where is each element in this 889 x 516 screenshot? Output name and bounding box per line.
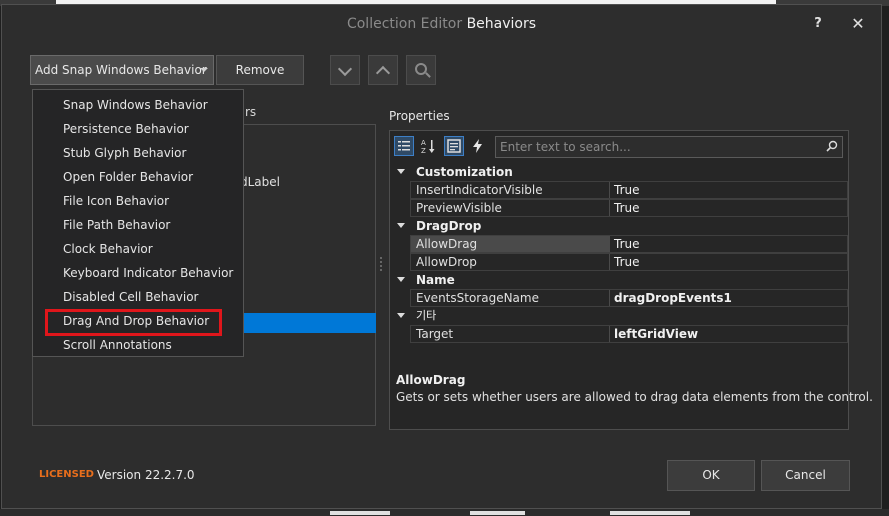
property-row-insert-indicator-visible[interactable]: InsertIndicatorVisible True xyxy=(410,181,848,199)
events-lightning-icon[interactable] xyxy=(468,136,488,156)
menu-item-stub-glyph-behavior[interactable]: Stub Glyph Behavior xyxy=(63,141,186,165)
menu-item-open-folder-behavior[interactable]: Open Folder Behavior xyxy=(63,165,193,189)
cancel-button[interactable]: Cancel xyxy=(761,460,850,491)
red-highlight-box xyxy=(45,309,222,336)
property-name: Target xyxy=(416,327,454,341)
collapse-arrow-icon[interactable] xyxy=(397,169,405,174)
version-text: Version 22.2.7.0 xyxy=(97,468,195,482)
ok-button[interactable]: OK xyxy=(667,460,755,491)
window-title: Collection Editor Behaviors xyxy=(2,16,881,32)
title-bar: Collection Editor Behaviors ? ✕ xyxy=(2,5,881,43)
menu-item-scroll-annotations[interactable]: Scroll Annotations xyxy=(63,333,172,357)
move-up-button[interactable] xyxy=(368,55,398,85)
property-name: AllowDrop xyxy=(416,255,477,269)
collapse-arrow-icon[interactable] xyxy=(397,277,405,282)
category-customization[interactable]: Customization xyxy=(394,163,848,181)
members-label: rs xyxy=(245,105,257,119)
property-row-allow-drop[interactable]: AllowDrop True xyxy=(410,253,848,271)
description-title: AllowDrag xyxy=(396,373,466,387)
members-list-item-selected[interactable] xyxy=(244,313,376,333)
property-value[interactable]: True xyxy=(614,182,640,199)
property-name: EventsStorageName xyxy=(416,291,539,305)
category-name[interactable]: Name xyxy=(394,271,848,289)
property-value[interactable]: True xyxy=(614,254,640,271)
licensed-badge: LICENSED xyxy=(39,469,94,480)
window-title-main: Behaviors xyxy=(466,16,537,32)
property-row-preview-visible[interactable]: PreviewVisible True xyxy=(410,199,848,217)
window-title-prefix: Collection Editor xyxy=(346,16,463,32)
properties-label: Properties xyxy=(389,109,450,123)
menu-item-keyboard-indicator-behavior[interactable]: Keyboard Indicator Behavior xyxy=(63,261,233,285)
chevron-down-icon xyxy=(200,68,208,72)
add-behavior-dropdown-button[interactable]: Add Snap Windows Behavior xyxy=(30,55,214,85)
properties-view-icon[interactable] xyxy=(444,136,464,156)
svg-text:A: A xyxy=(421,139,426,147)
property-value[interactable]: dragDropEvents1 xyxy=(614,290,732,307)
category-misc[interactable]: 기타 xyxy=(394,307,848,325)
categorized-view-icon[interactable] xyxy=(394,136,414,156)
property-value[interactable]: True xyxy=(614,236,640,253)
background-app-strip-bottom xyxy=(0,509,889,516)
property-row-events-storage-name[interactable]: EventsStorageName dragDropEvents1 xyxy=(410,289,848,307)
menu-item-persistence-behavior[interactable]: Persistence Behavior xyxy=(63,117,189,141)
collapse-arrow-icon[interactable] xyxy=(397,223,405,228)
category-dragdrop[interactable]: DragDrop xyxy=(394,217,848,235)
move-down-button[interactable] xyxy=(330,55,360,85)
magnifier-icon xyxy=(415,63,427,75)
svg-text:Z: Z xyxy=(421,147,426,154)
splitter-handle[interactable] xyxy=(379,255,383,271)
menu-item-clock-behavior[interactable]: Clock Behavior xyxy=(63,237,153,261)
find-button[interactable] xyxy=(406,55,436,85)
description-text: Gets or sets whether users are allowed t… xyxy=(396,390,873,404)
menu-item-snap-windows-behavior[interactable]: Snap Windows Behavior xyxy=(63,93,208,117)
alphabetical-sort-icon[interactable]: AZ xyxy=(418,136,438,156)
property-row-target[interactable]: Target leftGridView xyxy=(410,325,848,343)
collapse-arrow-icon[interactable] xyxy=(397,313,405,318)
menu-item-disabled-cell-behavior[interactable]: Disabled Cell Behavior xyxy=(63,285,198,309)
close-button[interactable]: ✕ xyxy=(848,13,868,35)
property-name: PreviewVisible xyxy=(416,201,502,215)
property-name: AllowDrag xyxy=(416,237,478,251)
property-name: InsertIndicatorVisible xyxy=(416,183,543,197)
members-list-item[interactable]: dLabel xyxy=(240,175,280,189)
chevron-up-icon xyxy=(375,65,391,81)
chevron-down-icon xyxy=(337,61,353,77)
property-search-input[interactable] xyxy=(495,136,843,158)
property-value[interactable]: leftGridView xyxy=(614,326,698,343)
remove-button[interactable]: Remove xyxy=(216,55,304,85)
property-row-allow-drag[interactable]: AllowDrag True xyxy=(410,235,848,253)
menu-item-file-icon-behavior[interactable]: File Icon Behavior xyxy=(63,189,169,213)
search-icon[interactable] xyxy=(826,140,838,152)
add-behavior-label: Add Snap Windows Behavior xyxy=(35,63,207,77)
menu-item-file-path-behavior[interactable]: File Path Behavior xyxy=(63,213,170,237)
help-button[interactable]: ? xyxy=(808,13,828,35)
property-value[interactable]: True xyxy=(614,200,640,217)
